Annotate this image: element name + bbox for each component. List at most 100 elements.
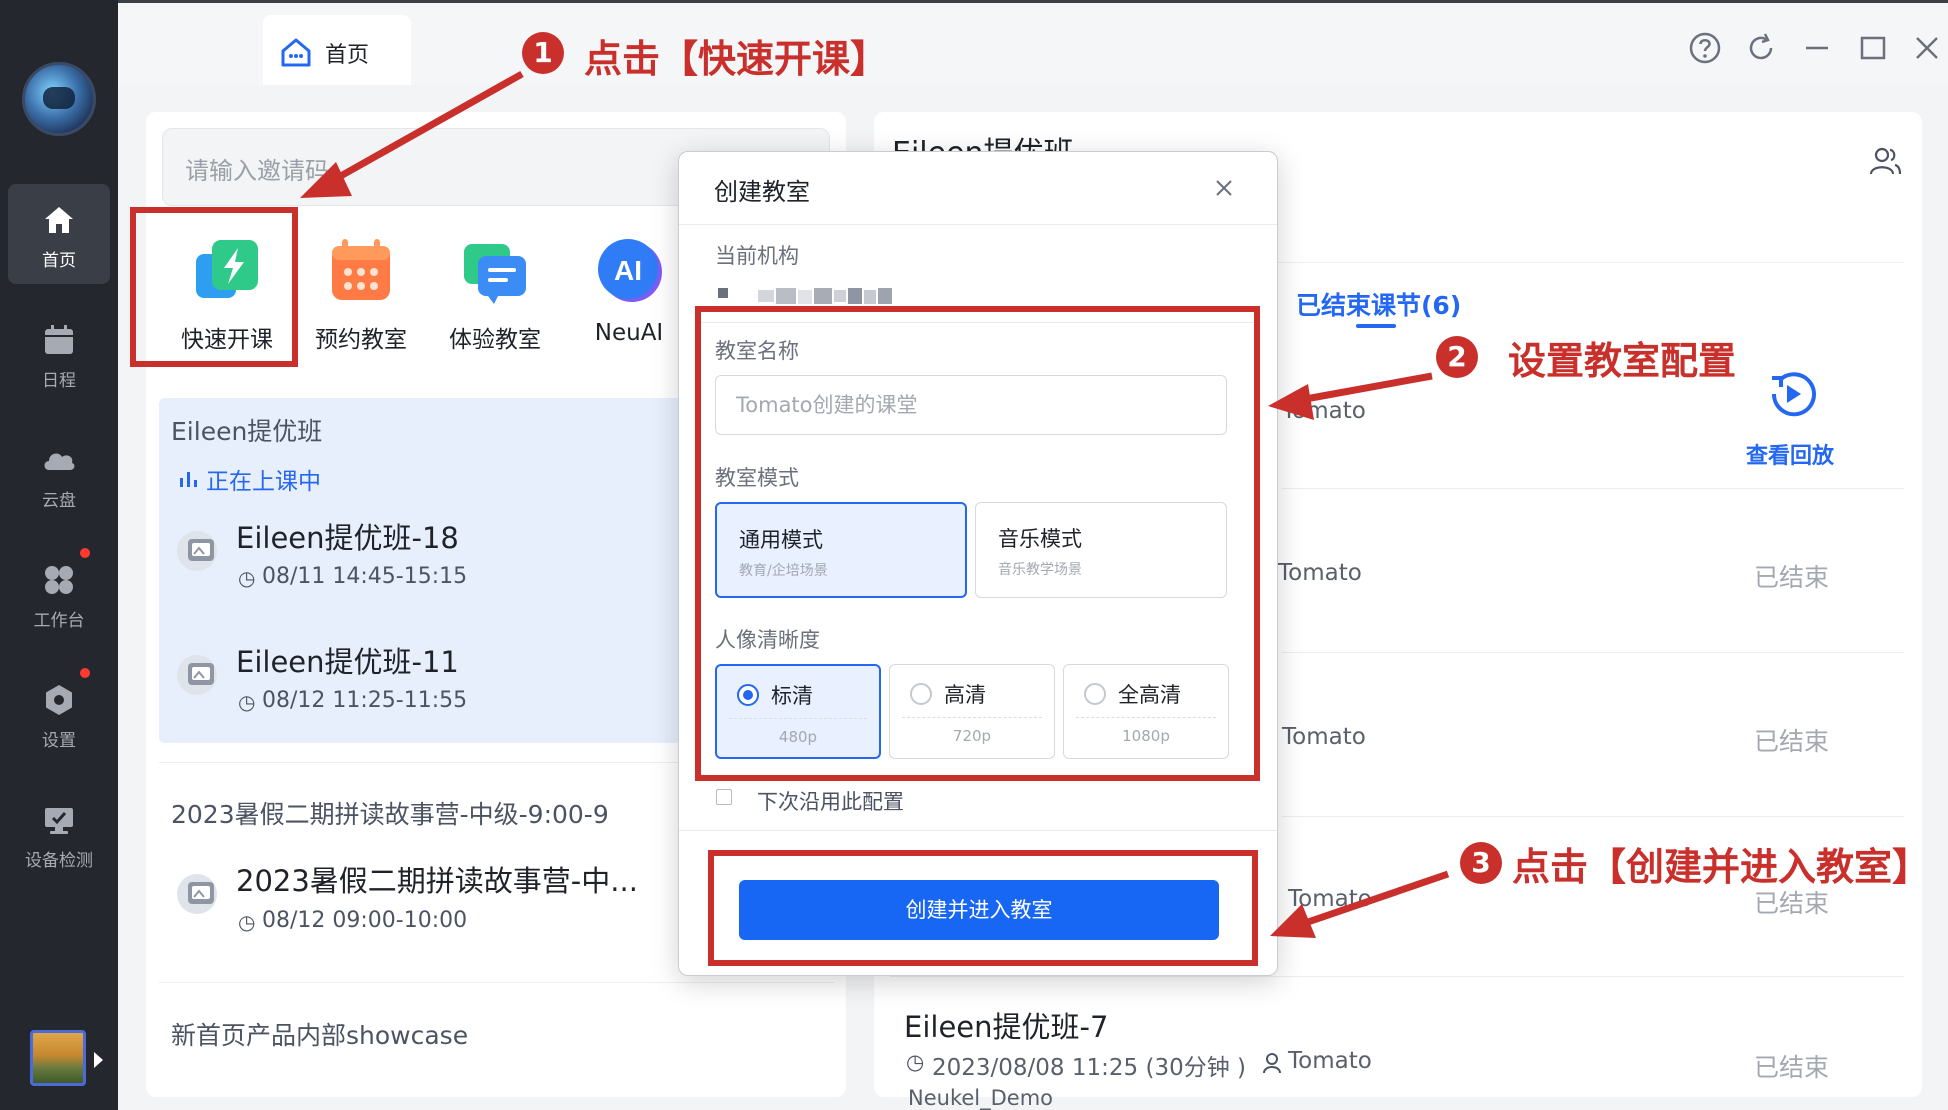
sidebar-item-label: 日程: [42, 371, 76, 391]
step-3-badge: 3: [1460, 842, 1502, 884]
teacher-name: Tomato: [1288, 1048, 1372, 1074]
tab-home[interactable]: 首页: [263, 15, 411, 87]
step-2-text: 设置教室配置: [1508, 339, 1737, 383]
step-3-text: 点击【创建并进入教室】: [1512, 845, 1931, 889]
teacher-name: Tomato: [1288, 886, 1372, 912]
session-time: 08/12 09:00-10:00: [262, 908, 468, 933]
help-icon[interactable]: [1688, 31, 1722, 65]
session-icon: [177, 655, 217, 695]
clock-icon: ◷: [238, 690, 256, 714]
notification-badge: [80, 548, 90, 558]
refresh-icon[interactable]: [1744, 31, 1778, 65]
divider: [1282, 488, 1904, 489]
device-check-icon: [45, 808, 73, 834]
sidebar-item-label: 云盘: [42, 491, 76, 511]
sidebar: 首页 日程 云盘 工作台 设置 设备检测: [0, 0, 118, 1110]
highlight-config: [695, 306, 1260, 781]
cloud-icon: [44, 453, 75, 470]
dialog-title: 创建教室: [714, 178, 810, 206]
view-replay-button[interactable]: 查看回放: [1746, 438, 1834, 470]
teacher-name: Tomato: [1278, 560, 1362, 586]
divider: [1282, 816, 1904, 817]
minimize-icon[interactable]: [1800, 31, 1834, 65]
session-icon: [177, 531, 217, 571]
sidebar-item-label: 首页: [42, 251, 76, 271]
neuai-button[interactable]: AI NeuAI: [569, 228, 689, 358]
avatar[interactable]: [22, 62, 96, 136]
tab-bar: 首页: [118, 3, 1948, 87]
schedule-classroom-button[interactable]: 预约教室: [301, 228, 421, 358]
gear-icon: [46, 685, 72, 715]
step-1-badge: 1: [522, 32, 564, 74]
notification-badge: [80, 668, 90, 678]
neuai-icon: AI: [598, 239, 662, 302]
sidebar-item-label: 工作台: [33, 611, 85, 631]
shortcut-label: 预约教室: [315, 327, 407, 353]
tab-ended-lessons[interactable]: 已结束课节(6): [1296, 286, 1461, 322]
live-status: 正在上课中: [206, 469, 321, 495]
shortcut-label: NeuAI: [594, 320, 664, 346]
shortcut-label: 体验教室: [449, 327, 541, 353]
step-2-badge: 2: [1436, 336, 1478, 378]
live-bars-icon: [180, 472, 197, 487]
org-label: 当前机构: [715, 244, 799, 268]
sidebar-item-device-check[interactable]: 设备检测: [8, 784, 110, 884]
remember-config-label[interactable]: 下次沿用此配置: [757, 786, 904, 816]
class-card-title: Eileen提优班: [171, 417, 323, 446]
step-1-text: 点击【快速开课】: [584, 37, 889, 81]
status-ended: 已结束: [1754, 563, 1830, 592]
class-card-title[interactable]: 2023暑假二期拼读故事营-中级-9:00-9: [171, 795, 609, 831]
tab-label: 首页: [325, 43, 370, 68]
members-icon[interactable]: [1868, 144, 1902, 178]
class-card-title[interactable]: 新首页产品内部showcase: [171, 1016, 468, 1052]
highlight-quick-start: [130, 207, 298, 367]
teacher-name: Tomato: [1282, 398, 1366, 424]
org-name-redacted: [718, 288, 892, 304]
dialog-footer-divider: [679, 830, 1277, 831]
close-icon[interactable]: [1910, 31, 1944, 65]
lesson-time: 2023/08/08 11:25 (30分钟 ): [932, 1055, 1246, 1081]
org-name: Neukel_Demo: [908, 1086, 1054, 1110]
session-name[interactable]: Eileen提优班-11: [236, 639, 459, 681]
clock-icon: ◷: [238, 910, 256, 934]
workbench-icon: [45, 566, 73, 594]
lesson-name[interactable]: Eileen提优班-7: [904, 1004, 1108, 1046]
user-icon: [1263, 1053, 1281, 1074]
remember-config-checkbox[interactable]: [716, 789, 732, 805]
search-placeholder: 请输入邀请码: [185, 157, 329, 185]
dialog-header-divider: [679, 224, 1277, 225]
session-name[interactable]: Eileen提优班-18: [236, 515, 459, 557]
maximize-icon[interactable]: [1856, 31, 1890, 65]
sidebar-item-home[interactable]: 首页: [8, 184, 110, 284]
user-thumbnail[interactable]: [30, 1030, 86, 1086]
home-icon: [45, 207, 73, 233]
divider: [890, 976, 1904, 977]
sidebar-item-label: 设置: [42, 731, 76, 751]
sidebar-item-schedule[interactable]: 日程: [8, 304, 110, 404]
expand-arrow-icon[interactable]: [94, 1052, 103, 1068]
sidebar-item-cloud[interactable]: 云盘: [8, 424, 110, 524]
clock-icon: ◷: [238, 566, 256, 590]
status-ended: 已结束: [1754, 1053, 1830, 1082]
clock-icon: ◷: [906, 1050, 925, 1074]
session-time: 08/11 14:45-15:15: [262, 564, 468, 589]
sidebar-item-workbench[interactable]: 工作台: [8, 544, 110, 644]
highlight-create-button: [708, 850, 1258, 966]
divider: [1282, 652, 1904, 653]
session-name[interactable]: 2023暑假二期拼读故事营-中...: [236, 858, 638, 900]
schedule-classroom-icon: [332, 239, 390, 300]
sidebar-item-label: 设备检测: [25, 851, 93, 871]
home-tab-icon: [281, 38, 311, 67]
tab-underline: [1356, 324, 1396, 328]
session-time: 08/12 11:25-11:55: [262, 688, 468, 713]
session-icon: [177, 874, 217, 914]
replay-icon[interactable]: [1766, 368, 1818, 420]
trial-classroom-icon: [464, 244, 526, 304]
sidebar-item-settings[interactable]: 设置: [8, 664, 110, 764]
divider: [159, 982, 835, 983]
calendar-icon: [45, 325, 73, 354]
svg-text:AI: AI: [614, 255, 642, 286]
trial-classroom-button[interactable]: 体验教室: [435, 228, 555, 358]
dialog-close-icon[interactable]: [1212, 176, 1236, 200]
status-ended: 已结束: [1754, 727, 1830, 756]
